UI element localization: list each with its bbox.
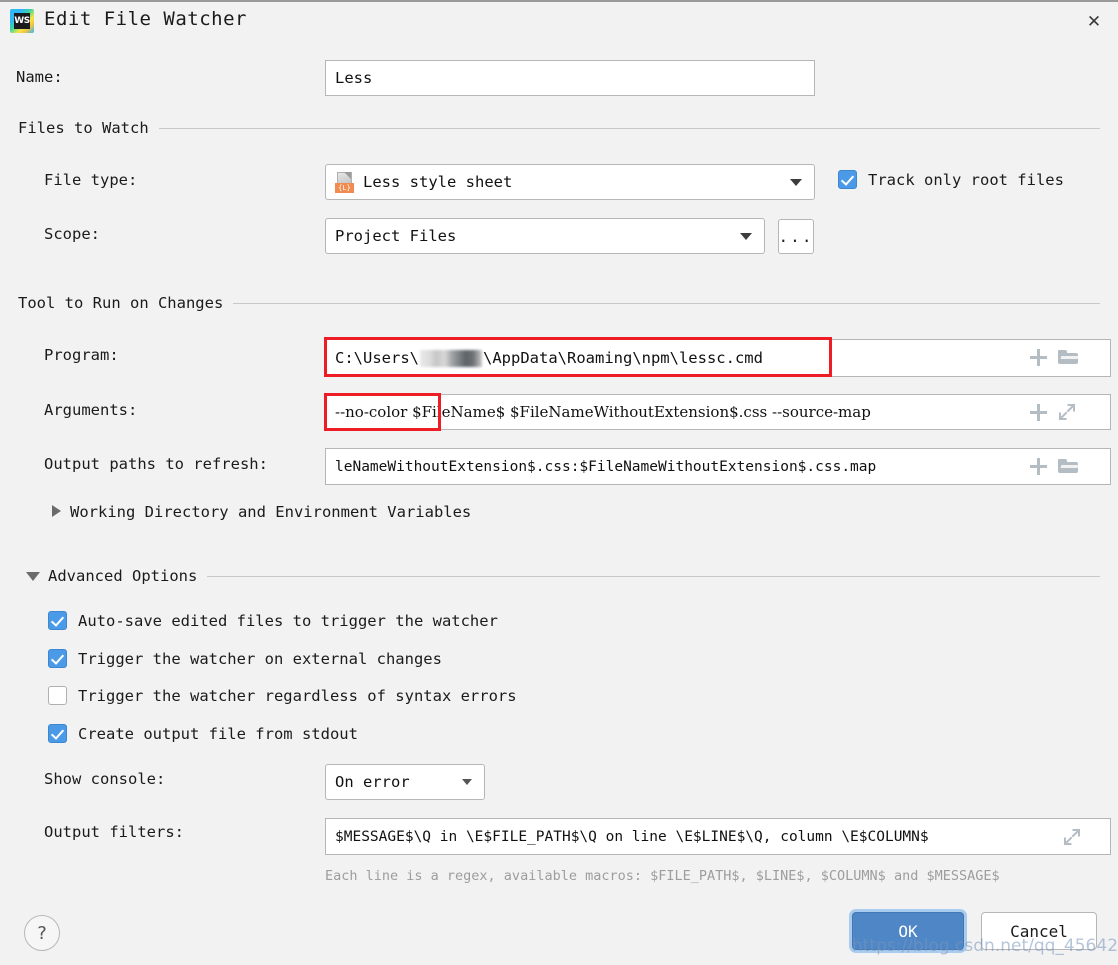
- chevron-down-icon: [462, 779, 472, 785]
- program-label: Program:: [44, 346, 119, 364]
- ok-button[interactable]: OK: [852, 912, 964, 950]
- name-input[interactable]: Less: [325, 60, 815, 96]
- folder-icon[interactable]: [1058, 349, 1079, 366]
- chevron-down-icon: [790, 178, 802, 186]
- add-icon[interactable]: [1030, 349, 1047, 366]
- checkbox-box: [48, 611, 67, 630]
- scope-browse-button[interactable]: ...: [778, 219, 814, 254]
- folder-icon[interactable]: [1058, 458, 1079, 475]
- scope-label: Scope:: [44, 225, 100, 243]
- tool-to-run-group-header: Tool to Run on Changes: [18, 294, 1100, 312]
- arguments-input[interactable]: --no-color $FileName$ $FileNameWithoutEx…: [325, 394, 1111, 430]
- title-bar: WS Edit File Watcher ✕: [0, 2, 1118, 40]
- track-only-root-files-checkbox[interactable]: Track only root files: [838, 170, 1064, 189]
- webstorm-icon: WS: [10, 9, 34, 33]
- arguments-label: Arguments:: [44, 401, 138, 419]
- tool-to-run-label: Tool to Run on Changes: [18, 294, 224, 312]
- checkbox-box: [48, 649, 67, 668]
- file-type-label: File type:: [44, 171, 138, 189]
- checkbox-label: Auto-save edited files to trigger the wa…: [78, 611, 498, 630]
- cancel-button[interactable]: Cancel: [981, 912, 1097, 950]
- checkbox-box: [48, 724, 67, 743]
- checkbox-auto-save-edited-files[interactable]: Auto-save edited files to trigger the wa…: [48, 611, 498, 630]
- expand-icon[interactable]: [1058, 403, 1076, 421]
- webstorm-icon-label: WS: [14, 13, 30, 29]
- help-button[interactable]: ?: [24, 915, 60, 951]
- program-value-suffix: \AppData\Roaming\npm\lessc.cmd: [483, 349, 763, 367]
- arguments-field-actions: [1030, 403, 1076, 421]
- group-divider: [207, 575, 1100, 577]
- checkbox-box: [48, 686, 67, 705]
- checkbox-create-output-file-from-stdout[interactable]: Create output file from stdout: [48, 724, 358, 743]
- show-console-label: Show console:: [44, 770, 166, 788]
- arguments-highlighted-token: --no-color: [335, 403, 408, 421]
- checkbox-label: Create output file from stdout: [78, 724, 358, 743]
- chevron-right-icon[interactable]: [52, 505, 61, 517]
- edit-file-watcher-dialog: WS Edit File Watcher ✕ Name: Less Files …: [0, 0, 1118, 965]
- close-icon[interactable]: ✕: [1082, 10, 1106, 34]
- output-filters-label: Output filters:: [44, 823, 184, 841]
- output-paths-label: Output paths to refresh:: [44, 455, 268, 473]
- show-console-value: On error: [335, 773, 410, 791]
- checkbox-trigger-on-external-changes[interactable]: Trigger the watcher on external changes: [48, 649, 442, 668]
- expand-icon[interactable]: [1063, 828, 1081, 846]
- program-field-actions: [1030, 349, 1079, 366]
- less-icon-badge: {L}: [335, 182, 354, 193]
- working-directory-toggle-label[interactable]: Working Directory and Environment Variab…: [70, 503, 471, 521]
- program-input[interactable]: C:\Users\ \AppData\Roaming\npm\lessc.cmd: [325, 339, 1111, 377]
- output-filters-input[interactable]: $MESSAGE$\Q in \E$FILE_PATH$\Q on line \…: [325, 818, 1111, 855]
- track-only-root-files-label: Track only root files: [868, 170, 1064, 189]
- checkbox-label: Trigger the watcher on external changes: [78, 649, 442, 668]
- group-divider: [158, 127, 1100, 129]
- output-filters-field-actions: [1063, 828, 1081, 846]
- program-value-prefix: C:\Users\: [335, 349, 419, 367]
- group-divider: [233, 302, 1100, 304]
- checkbox-label: Trigger the watcher regardless of syntax…: [78, 686, 517, 705]
- files-to-watch-label: Files to Watch: [18, 119, 149, 137]
- chevron-down-icon[interactable]: [26, 572, 40, 581]
- chevron-down-icon: [740, 232, 752, 240]
- file-type-combo[interactable]: {L} Less style sheet: [325, 164, 815, 200]
- advanced-options-label: Advanced Options: [48, 567, 198, 585]
- add-icon[interactable]: [1030, 458, 1047, 475]
- name-label: Name:: [16, 68, 63, 86]
- arguments-value-rest: $FileName$ $FileNameWithoutExtension$.cs…: [412, 403, 871, 421]
- output-paths-field-actions: [1030, 458, 1079, 475]
- file-type-value: Less style sheet: [363, 173, 513, 191]
- advanced-options-group-header[interactable]: Advanced Options: [48, 567, 1100, 585]
- checkbox-box: [838, 170, 857, 189]
- redacted-username: [420, 349, 482, 367]
- less-style-sheet-icon: {L}: [335, 171, 354, 193]
- output-filters-hint: Each line is a regex, available macros: …: [325, 868, 1000, 884]
- files-to-watch-group-header: Files to Watch: [18, 119, 1100, 137]
- checkbox-trigger-regardless-syntax-errors[interactable]: Trigger the watcher regardless of syntax…: [48, 686, 517, 705]
- output-paths-input[interactable]: leNameWithoutExtension$.css:$FileNameWit…: [325, 448, 1111, 485]
- scope-combo[interactable]: Project Files: [325, 218, 765, 254]
- scope-value: Project Files: [335, 227, 457, 245]
- dialog-title: Edit File Watcher: [44, 8, 247, 30]
- add-icon[interactable]: [1030, 403, 1047, 421]
- show-console-combo[interactable]: On error: [325, 764, 485, 800]
